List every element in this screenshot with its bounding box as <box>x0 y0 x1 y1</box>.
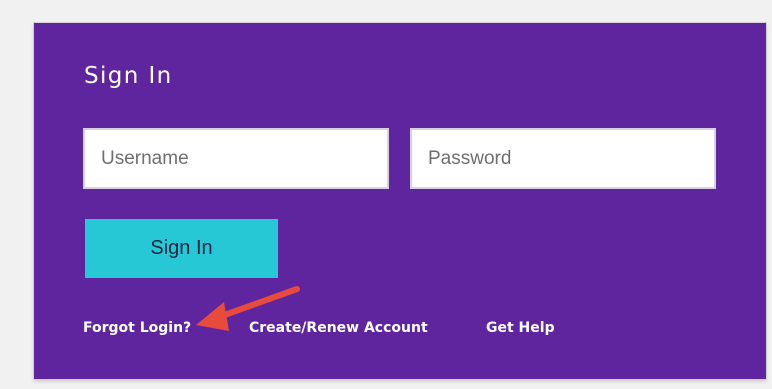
get-help-link[interactable]: Get Help <box>486 320 555 336</box>
create-renew-account-link[interactable]: Create/Renew Account <box>249 320 428 336</box>
forgot-login-link[interactable]: Forgot Login? <box>83 320 191 336</box>
username-field[interactable] <box>83 128 389 189</box>
sign-in-card: Sign In Sign In Forgot Login? Create/Ren… <box>34 23 766 379</box>
password-field[interactable] <box>410 128 716 189</box>
account-links: Forgot Login? Create/Renew Account Get H… <box>83 320 743 338</box>
sign-in-title: Sign In <box>84 63 173 89</box>
sign-in-button[interactable]: Sign In <box>85 219 278 278</box>
